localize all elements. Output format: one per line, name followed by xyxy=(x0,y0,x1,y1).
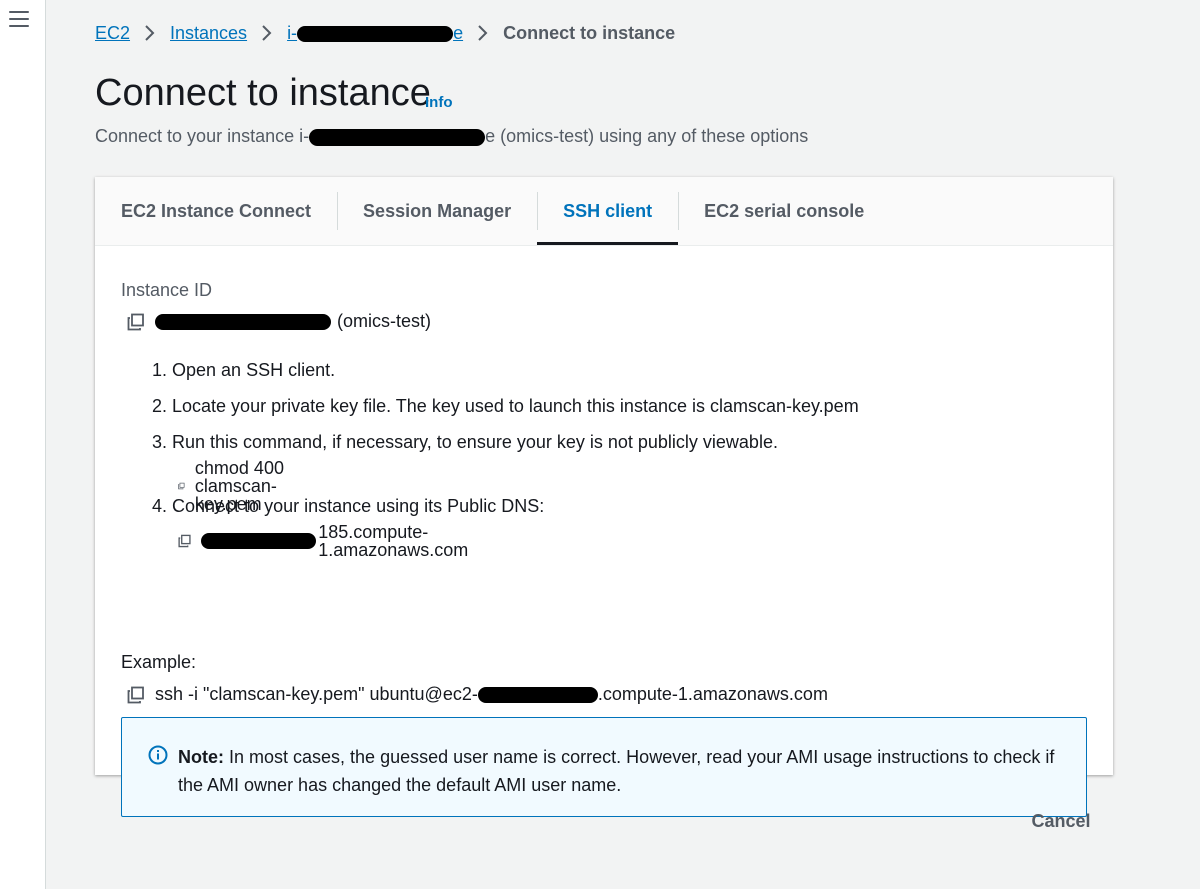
note-bold-label: Note: xyxy=(178,747,224,767)
example-command-prefix: ssh -i "clamscan-key.pem" ubuntu@ec2- xyxy=(155,684,478,704)
connection-method-tabs: EC2 Instance Connect Session Manager SSH… xyxy=(95,177,1113,246)
side-navigation-bar xyxy=(0,0,46,889)
breadcrumb-instance-link[interactable]: i-e xyxy=(287,23,463,44)
breadcrumb-ec2-link[interactable]: EC2 xyxy=(95,23,130,44)
copy-icon[interactable] xyxy=(127,313,145,331)
redacted-instance-id xyxy=(297,25,454,42)
redacted-instance-id xyxy=(309,128,486,146)
tab-label: Session Manager xyxy=(363,200,512,221)
breadcrumb-instance-prefix: i- xyxy=(287,22,298,43)
menu-icon-line xyxy=(9,18,29,20)
chevron-right-icon xyxy=(144,24,156,42)
tab-session-manager[interactable]: Session Manager xyxy=(337,177,537,245)
subtitle-suffix: e (omics-test) using any of these option… xyxy=(485,126,809,146)
menu-icon-line xyxy=(9,11,29,13)
chevron-right-icon xyxy=(477,24,489,42)
public-dns-row: 185.compute-1.amazonaws.com xyxy=(178,523,512,559)
note-alert: Note: In most cases, the guessed user na… xyxy=(121,717,1087,817)
tab-ec2-serial-console[interactable]: EC2 serial console xyxy=(678,177,890,245)
tab-ssh-client[interactable]: SSH client xyxy=(537,177,679,245)
instance-id-label: Instance ID xyxy=(121,280,213,300)
info-link[interactable]: Info xyxy=(425,94,453,111)
page-subtitle: Connect to your instance i-e (omics-test… xyxy=(95,126,808,147)
copy-icon[interactable] xyxy=(178,532,191,550)
example-command-suffix: .compute-1.amazonaws.com xyxy=(597,684,828,704)
breadcrumb-instances-link[interactable]: Instances xyxy=(170,23,247,44)
info-circle-icon xyxy=(148,745,168,765)
breadcrumb-instance-suffix: e xyxy=(453,22,464,43)
main-content: EC2 Instances i-e Connect to instance Co… xyxy=(46,0,1200,889)
redacted-dns-part xyxy=(477,686,598,703)
menu-icon-line xyxy=(9,25,29,27)
step-run-chmod: 3. Run this command, if necessary, to en… xyxy=(152,432,778,452)
subtitle-prefix: Connect to your instance i- xyxy=(95,126,310,146)
redacted-instance-id xyxy=(155,313,331,330)
note-body: In most cases, the guessed user name is … xyxy=(178,747,1055,795)
note-text: Note: In most cases, the guessed user na… xyxy=(178,743,1068,799)
example-label: Example: xyxy=(121,652,197,672)
breadcrumb: EC2 Instances i-e Connect to instance xyxy=(95,20,675,46)
instance-name: (omics-test) xyxy=(337,311,431,331)
copy-icon[interactable] xyxy=(178,477,185,495)
breadcrumb-current: Connect to instance xyxy=(503,22,676,43)
tab-ec2-instance-connect[interactable]: EC2 Instance Connect xyxy=(95,177,337,245)
tab-label: EC2 serial console xyxy=(704,200,865,221)
instance-id-row: (omics-test) xyxy=(127,311,431,332)
menu-icon[interactable] xyxy=(9,11,29,27)
connect-panel: EC2 Instance Connect Session Manager SSH… xyxy=(95,177,1113,817)
step-open-ssh-client: 1. Open an SSH client. xyxy=(152,360,336,380)
copy-icon[interactable] xyxy=(127,686,145,704)
tab-label: SSH client xyxy=(563,200,653,221)
redacted-dns-prefix xyxy=(201,533,317,549)
public-dns-suffix: 185.compute-1.amazonaws.com xyxy=(318,522,469,560)
step-connect-public-dns: 4. Connect to your instance using its Pu… xyxy=(152,496,545,516)
tab-label: EC2 Instance Connect xyxy=(121,200,312,221)
chevron-right-icon xyxy=(261,24,273,42)
step-locate-key: 2. Locate your private key file. The key… xyxy=(152,396,859,416)
example-command-row: ssh -i "clamscan-key.pem" ubuntu@ec2- .co… xyxy=(127,684,828,705)
page-title: Connect to instance xyxy=(95,72,431,114)
cancel-button[interactable]: Cancel xyxy=(1006,806,1116,836)
